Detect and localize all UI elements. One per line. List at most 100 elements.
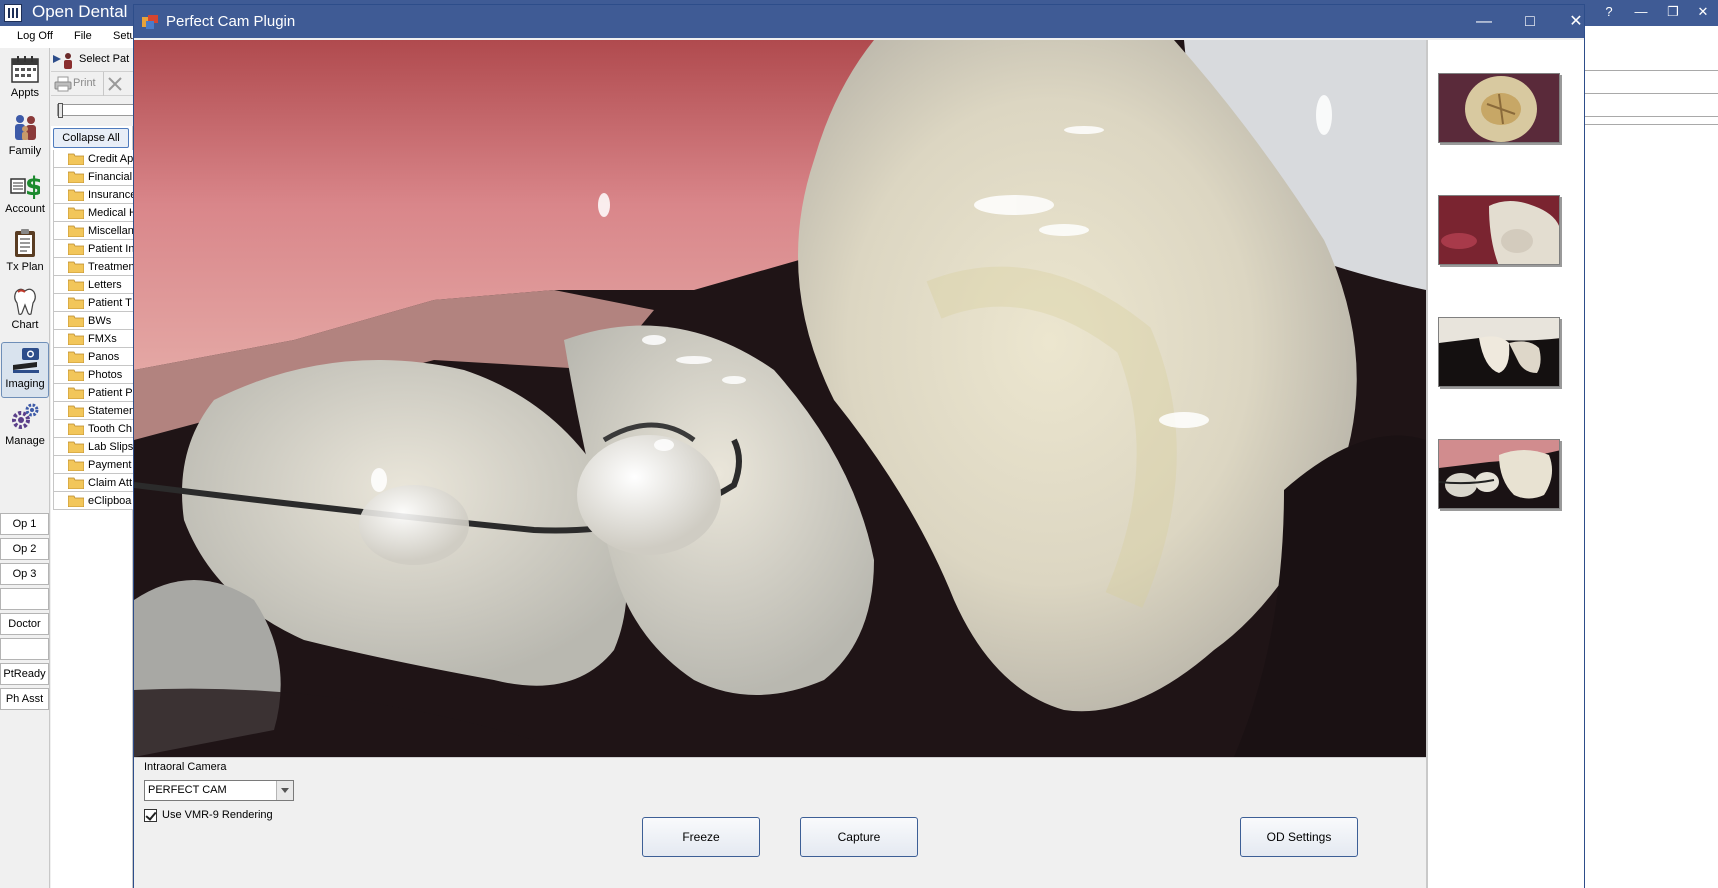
folder-tree-item[interactable]: Financial: [53, 168, 133, 186]
folder-tree-item[interactable]: Treatmen: [53, 258, 134, 276]
od-settings-button[interactable]: OD Settings: [1240, 817, 1358, 857]
vmr-9-checkbox[interactable]: [144, 809, 157, 822]
anterior-teeth-thumbnail[interactable]: [1438, 317, 1560, 387]
menu-log-off[interactable]: Log Off: [17, 30, 53, 42]
module-manage[interactable]: Manage: [0, 400, 50, 456]
folder-tree-item[interactable]: Credit Ap: [53, 150, 133, 168]
folder-label: Letters: [88, 279, 122, 291]
ph-asst-button[interactable]: Ph Asst: [0, 688, 49, 710]
restore-main-icon[interactable]: ❐: [1658, 4, 1688, 20]
help-button[interactable]: ?: [1594, 4, 1624, 19]
pt-ready-button[interactable]: PtReady: [0, 663, 49, 685]
folder-icon: [68, 261, 84, 273]
camera-controls: Intraoral Camera PERFECT CAM Use VMR-9 R…: [134, 757, 1426, 888]
folder-icon: [68, 495, 84, 507]
print-button[interactable]: Print: [73, 77, 96, 89]
module-label: Appts: [10, 87, 40, 99]
occlusal-molar-thumbnail[interactable]: [1438, 73, 1560, 143]
camera-select-value: PERFECT CAM: [148, 784, 227, 796]
module-account[interactable]: $ Account: [0, 168, 50, 224]
op-1-button[interactable]: Op 1: [0, 513, 49, 535]
folder-tree-item[interactable]: Lab Slips: [53, 438, 133, 456]
incisor-gingiva-thumbnail[interactable]: [1438, 439, 1560, 509]
close-main-icon[interactable]: ✕: [1688, 4, 1718, 20]
folder-tree-item[interactable]: Patient In: [53, 240, 134, 258]
divider: [1584, 124, 1718, 125]
brightness-slider-bar: [51, 96, 137, 126]
plugin-app-icon: [142, 15, 158, 29]
minimize-icon[interactable]: —: [1466, 11, 1502, 33]
capture-button[interactable]: Capture: [800, 817, 918, 857]
folder-tree-item[interactable]: Miscellan: [53, 222, 134, 240]
folder-label: FMXs: [88, 333, 117, 345]
slider-thumb[interactable]: [58, 103, 63, 118]
collapse-all-button[interactable]: Collapse All: [53, 128, 129, 148]
clipboard-icon: [15, 229, 35, 257]
select-patient-icon[interactable]: [53, 51, 75, 69]
minimize-main-icon[interactable]: —: [1626, 4, 1656, 19]
folder-label: Patient T: [88, 297, 132, 309]
folder-label: Panos: [88, 351, 120, 363]
folder-label: Photos: [88, 369, 123, 381]
intraoral-camera-image: [134, 40, 1426, 757]
folder-tree-item[interactable]: BWs: [53, 312, 133, 330]
chevron-down-icon[interactable]: [276, 781, 293, 800]
folder-tree-item[interactable]: Patient T: [53, 294, 133, 312]
folder-tree-item[interactable]: Panos: [53, 348, 133, 366]
folder-tree-item[interactable]: eClipboa: [53, 492, 133, 510]
divider: [1584, 116, 1718, 117]
doctor-button[interactable]: Doctor: [0, 613, 49, 635]
open-dental-app-icon: [4, 4, 22, 22]
folder-label: Treatmen: [88, 261, 134, 273]
module-chart[interactable]: Chart: [0, 284, 50, 340]
module-appts[interactable]: Appts: [0, 52, 50, 108]
delete-icon[interactable]: [107, 76, 123, 92]
op-2-button[interactable]: Op 2: [0, 538, 49, 560]
folder-label: Miscellan: [88, 225, 134, 237]
camera-select[interactable]: PERFECT CAM: [144, 780, 294, 801]
module-tx-plan[interactable]: Tx Plan: [0, 226, 50, 282]
maximize-icon[interactable]: □: [1512, 11, 1548, 33]
folder-tree-item[interactable]: Medical H: [53, 204, 134, 222]
module-label: Manage: [5, 435, 45, 447]
folder-tree-item[interactable]: Payment: [53, 456, 133, 474]
folder-label: Lab Slips: [88, 441, 134, 453]
folder-icon: [68, 441, 84, 453]
folder-tree-item[interactable]: Claim Att: [53, 474, 133, 492]
slider-track[interactable]: [57, 104, 137, 116]
module-imaging[interactable]: Imaging: [1, 342, 49, 398]
divider: [1584, 93, 1718, 94]
molar-gingiva-thumbnail[interactable]: [1438, 195, 1560, 265]
module-family[interactable]: Family: [0, 110, 50, 166]
folder-tree-item[interactable]: Photos: [53, 366, 133, 384]
folder-label: eClipboa: [88, 495, 132, 507]
freeze-button[interactable]: Freeze: [642, 817, 760, 857]
module-label: Imaging: [5, 378, 45, 390]
folder-tree-item[interactable]: Tooth Ch: [53, 420, 133, 438]
folder-tree-item[interactable]: Statemen: [53, 402, 134, 420]
module-label: Chart: [11, 319, 39, 331]
folder-tree-item[interactable]: Letters: [53, 276, 133, 294]
blank-status-button[interactable]: [0, 588, 49, 610]
divider: [1584, 70, 1718, 71]
account-dollar-icon: $: [10, 172, 40, 200]
camera-preview[interactable]: [134, 40, 1426, 757]
folder-label: Patient P: [88, 387, 133, 399]
capture-thumbnail-panel: [1426, 40, 1584, 888]
module-label: Account: [5, 203, 45, 215]
module-label: Tx Plan: [6, 261, 44, 273]
op-3-button[interactable]: Op 3: [0, 563, 49, 585]
folder-label: Credit Ap: [88, 153, 134, 165]
camera-icon: [13, 348, 39, 373]
folder-tree-item[interactable]: Insurance: [53, 186, 134, 204]
folder-tree-item[interactable]: FMXs: [53, 330, 133, 348]
folder-icon: [68, 297, 84, 309]
folder-label: Tooth Ch: [88, 423, 133, 435]
menu-file[interactable]: File: [74, 30, 92, 42]
select-patient-button[interactable]: Select Pat: [79, 53, 129, 65]
close-icon[interactable]: ✕: [1558, 11, 1594, 33]
folder-tree-item[interactable]: Patient P: [53, 384, 133, 402]
svg-text:$: $: [25, 172, 40, 200]
main-window-title: Open Dental: [32, 2, 128, 21]
blank-status-button[interactable]: [0, 638, 49, 660]
